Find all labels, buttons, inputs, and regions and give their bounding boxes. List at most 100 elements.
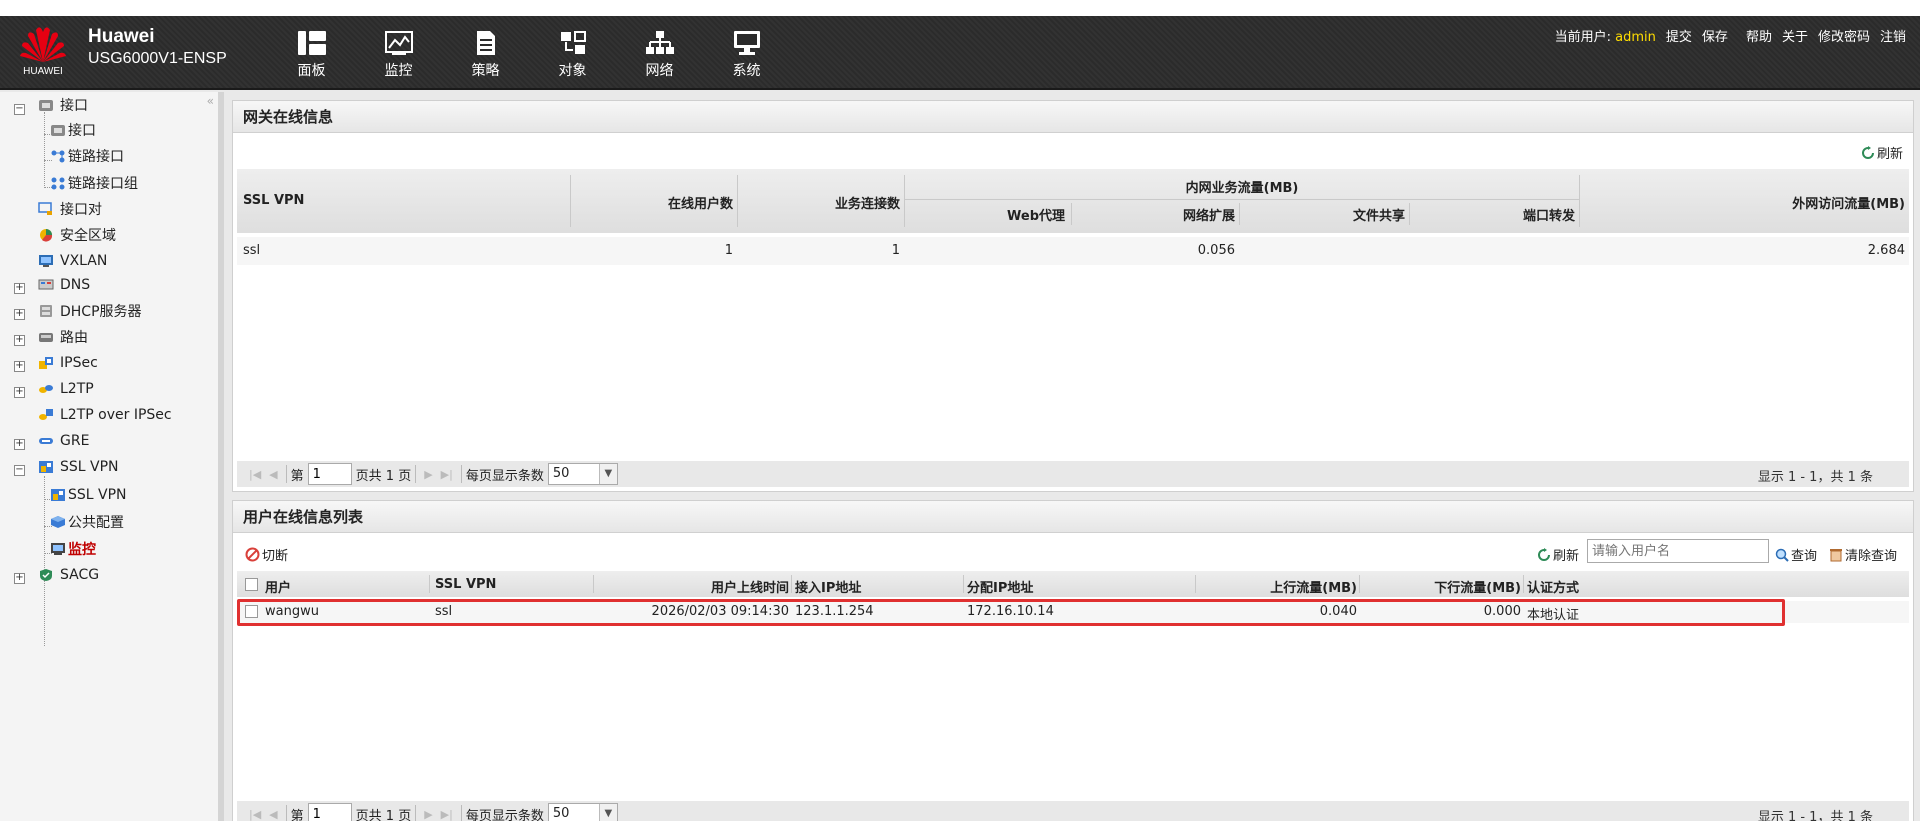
gateway-pager: |◀ ◀ 第 页共 1 页 ▶ ▶| 每页显示条数 50▼ 显示 1 - 1，共… xyxy=(237,461,1909,487)
sidebar-item-sslvpn[interactable]: SSL VPN xyxy=(50,484,127,506)
last-page-icon[interactable]: ▶| xyxy=(441,468,453,481)
username-search-input[interactable] xyxy=(1587,539,1769,563)
nav-network[interactable]: 网络 xyxy=(616,24,703,82)
per-page-select[interactable]: 50 ▼ xyxy=(547,803,618,821)
select-all-checkbox[interactable] xyxy=(245,578,258,591)
nav-object[interactable]: 对象 xyxy=(529,24,616,82)
prev-page-icon[interactable]: ◀ xyxy=(269,808,277,821)
tree-toggle-sslvpn[interactable]: − xyxy=(14,465,25,476)
sidebar-item-interface-group[interactable]: 接口 xyxy=(38,94,88,116)
header: HUAWEI Huawei USG6000V1-ENSP 面板 监控 策略 对象… xyxy=(0,16,1920,90)
sidebar-item-monitor[interactable]: 监控 xyxy=(50,538,96,560)
sidebar-item-label: SSL VPN xyxy=(60,459,119,475)
sidebar-item-security-zone[interactable]: 安全区域 xyxy=(38,224,116,246)
tree-line xyxy=(44,476,45,572)
sidebar-item-label: 接口 xyxy=(60,98,88,114)
save-link[interactable]: 保存 xyxy=(1702,26,1728,45)
col-external-traffic: 外网访问流量(MB) xyxy=(1792,197,1905,212)
tree-toggle-l2tp[interactable]: + xyxy=(14,387,25,398)
sidebar-item-label: SACG xyxy=(60,567,100,583)
col-sep xyxy=(1071,203,1072,225)
sidebar-item-dns[interactable]: DNS xyxy=(38,274,90,296)
sidebar-item-gre[interactable]: GRE xyxy=(38,430,89,452)
sidebar-item-l2tp-over-ipsec[interactable]: L2TP over IPSec xyxy=(38,404,172,426)
sidebar-item-sslvpn-group[interactable]: SSL VPN xyxy=(38,456,119,478)
pager-sep xyxy=(415,465,417,483)
next-page-icon[interactable]: ▶ xyxy=(424,808,432,821)
clear-query-button[interactable]: 清除查询 xyxy=(1829,545,1897,564)
sidebar-item-interface-pair[interactable]: 接口对 xyxy=(38,198,102,220)
first-page-icon[interactable]: |◀ xyxy=(249,468,261,481)
tree-toggle-interface[interactable]: − xyxy=(14,104,25,115)
gateway-refresh-button[interactable]: 刷新 xyxy=(1861,143,1903,162)
page-total: 页共 1 页 xyxy=(355,468,412,484)
sidebar-item-label: 安全区域 xyxy=(60,228,116,244)
sidebar-item-ipsec[interactable]: IPSec xyxy=(38,352,98,374)
sidebar-item-vxlan[interactable]: VXLAN xyxy=(38,250,107,272)
collapse-sidebar-icon[interactable]: « xyxy=(207,94,214,108)
nav-monitor[interactable]: 监控 xyxy=(355,24,442,82)
table-row[interactable]: ssl 1 1 0.056 2.684 xyxy=(237,237,1909,265)
page-number-input[interactable] xyxy=(307,803,352,821)
per-page-label: 每页显示条数 xyxy=(465,468,544,484)
user-refresh-button[interactable]: 刷新 xyxy=(1537,545,1579,564)
current-user-label: 当前用户: admin xyxy=(1554,30,1656,45)
nav-dashboard[interactable]: 面板 xyxy=(268,24,355,82)
logo-text: HUAWEI xyxy=(23,66,63,77)
nav-policy[interactable]: 策略 xyxy=(442,24,529,82)
sidebar-item-label: 链路接口 xyxy=(68,149,124,165)
page-number-input[interactable] xyxy=(307,463,352,485)
tree-toggle-dhcp[interactable]: + xyxy=(14,309,25,320)
per-page-select[interactable]: 50 ▼ xyxy=(547,463,618,485)
nav-system[interactable]: 系统 xyxy=(703,24,790,82)
gre-icon xyxy=(38,434,54,448)
change-password-link[interactable]: 修改密码 xyxy=(1818,26,1870,45)
tree-toggle-ipsec[interactable]: + xyxy=(14,361,25,372)
col-file-share: 文件共享 xyxy=(1352,209,1405,224)
current-username: admin xyxy=(1615,30,1656,45)
sidebar-item-link-interface-group[interactable]: 链路接口组 xyxy=(50,172,138,194)
logout-link[interactable]: 注销 xyxy=(1880,26,1906,45)
col-web-proxy: Web代理 xyxy=(1007,209,1065,224)
cut-button[interactable]: 切断 xyxy=(245,545,288,564)
about-link[interactable]: 关于 xyxy=(1782,26,1808,45)
next-page-icon[interactable]: ▶ xyxy=(424,468,432,481)
tree-toggle-route[interactable]: + xyxy=(14,335,25,346)
sidebar-item-l2tp[interactable]: L2TP xyxy=(38,378,94,400)
sidebar-item-route[interactable]: 路由 xyxy=(38,326,88,348)
user-pager: |◀ ◀ 第 页共 1 页 ▶ ▶| 每页显示条数 50▼ 显示 1 - 1，共… xyxy=(237,801,1909,821)
dhcp-server-icon xyxy=(38,304,54,318)
gateway-table-header: SSL VPN 在线用户数 业务连接数 内网业务流量(MB) Web代理 网络扩… xyxy=(237,169,1909,233)
first-page-icon[interactable]: |◀ xyxy=(249,808,261,821)
sidebar-item-dhcp-server[interactable]: DHCP服务器 xyxy=(38,300,142,322)
submit-link[interactable]: 提交 xyxy=(1666,26,1692,45)
device-model: USG6000V1-ENSP xyxy=(88,50,227,67)
cell-online-users: 1 xyxy=(724,243,733,258)
brand: Huawei USG6000V1-ENSP xyxy=(88,26,227,68)
query-button[interactable]: 查询 xyxy=(1775,545,1817,564)
tree-toggle-dns[interactable]: + xyxy=(14,283,25,294)
interface-icon xyxy=(50,123,66,137)
gateway-panel-title: 网关在线信息 xyxy=(233,101,1913,133)
cell-net-extend: 0.056 xyxy=(1197,243,1235,258)
tree-toggle-sacg[interactable]: + xyxy=(14,573,25,584)
sidebar-item-public-config[interactable]: 公共配置 xyxy=(50,511,124,533)
link-interface-group-icon xyxy=(50,176,66,190)
monitor-icon xyxy=(384,31,413,55)
top-links: 当前用户: admin 提交 保存 帮助 关于 修改密码 注销 xyxy=(1555,26,1906,45)
cell-external: 2.684 xyxy=(1867,243,1905,258)
col-sep xyxy=(1195,575,1196,593)
sidebar-item-label: SSL VPN xyxy=(68,487,127,503)
sidebar-item-label: 接口对 xyxy=(60,202,102,218)
last-page-icon[interactable]: ▶| xyxy=(441,808,453,821)
sidebar-item-link-interface[interactable]: 链路接口 xyxy=(50,145,124,167)
tree-toggle-gre[interactable]: + xyxy=(14,439,25,450)
sidebar-item-label: DNS xyxy=(60,277,91,293)
help-link[interactable]: 帮助 xyxy=(1746,26,1772,45)
sidebar-item-sacg[interactable]: SACG xyxy=(38,564,99,586)
col-sep xyxy=(1523,575,1524,593)
col-assigned-ip: 分配IP地址 xyxy=(967,581,1034,596)
prev-page-icon[interactable]: ◀ xyxy=(269,468,277,481)
sidebar-item-interface[interactable]: 接口 xyxy=(50,119,96,141)
tree-line xyxy=(44,112,45,188)
